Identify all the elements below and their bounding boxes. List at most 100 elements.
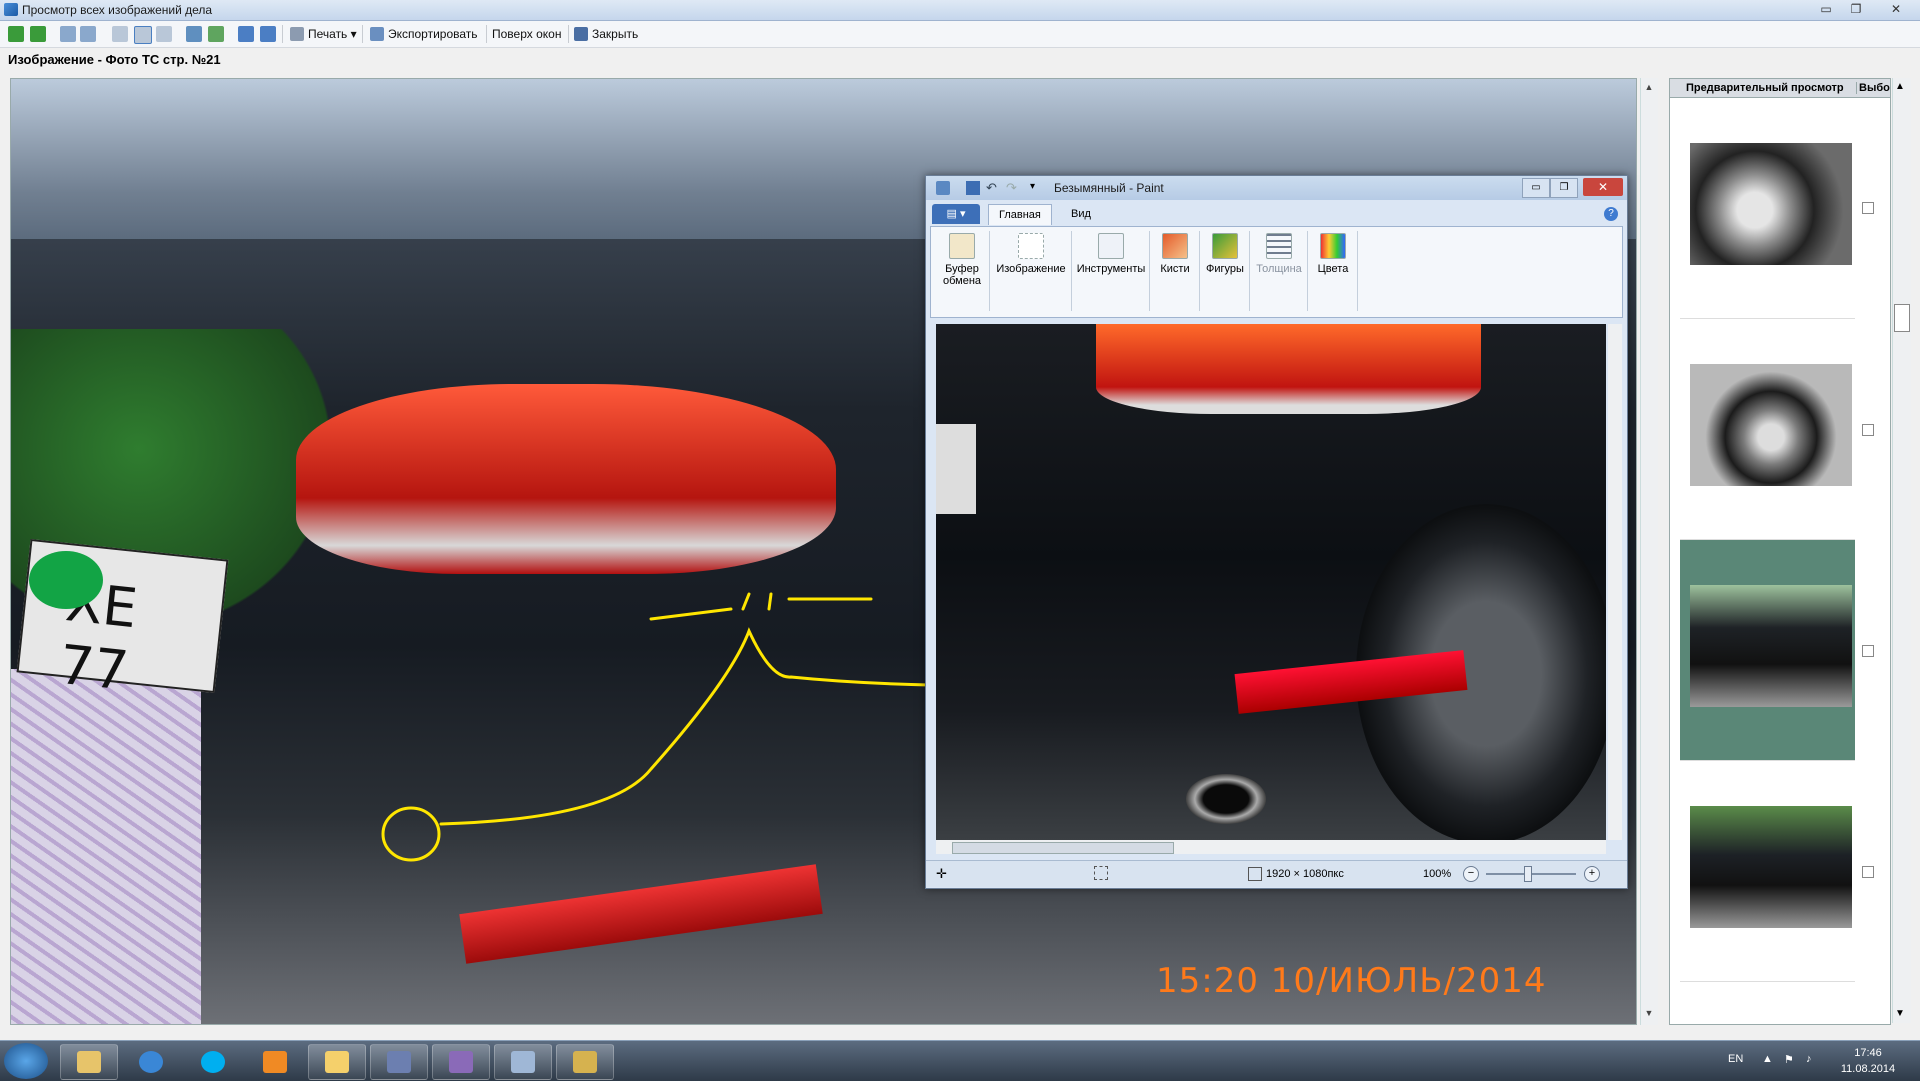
ie-icon (139, 1051, 163, 1073)
save-icon[interactable] (966, 181, 980, 195)
zoom-out-icon[interactable]: − (1463, 866, 1479, 882)
paint-close-button[interactable]: ✕ (1583, 178, 1623, 196)
select-checkbox-checked[interactable] (1862, 645, 1874, 657)
taskbar-paint[interactable] (556, 1044, 614, 1080)
thumbnail-rear-view[interactable] (1690, 806, 1852, 928)
paint-horizontal-scrollbar[interactable] (936, 840, 1606, 854)
scroll-thumb[interactable] (952, 842, 1174, 854)
paint-canvas[interactable] (936, 324, 1606, 840)
taskbar-explorer[interactable] (60, 1044, 118, 1080)
always-on-top-button[interactable]: Поверх окон (472, 25, 561, 43)
select-icon (1018, 233, 1044, 259)
taskbar-case-viewer[interactable] (432, 1044, 490, 1080)
select-checkbox[interactable] (1862, 202, 1874, 214)
thumbnail-row[interactable] (1680, 98, 1855, 319)
select-checkbox[interactable] (1862, 866, 1874, 878)
canvas-size-icon (1248, 867, 1262, 881)
toolbar-separator (568, 25, 569, 43)
scroll-down-icon[interactable]: ▼ (1644, 1008, 1654, 1018)
paint-app-icon (936, 181, 950, 195)
scroll-down-icon[interactable]: ▼ (1895, 1008, 1905, 1019)
scroll-up-icon[interactable]: ▲ (1644, 82, 1654, 92)
rotate-left-icon[interactable] (238, 26, 254, 42)
zoom-slider-knob[interactable] (1524, 866, 1532, 882)
taskbar-app[interactable] (494, 1044, 552, 1080)
redo-icon[interactable]: ↷ (1006, 180, 1017, 196)
preview-scrollbar[interactable]: ▲ ▼ (1892, 78, 1911, 1023)
volume-icon[interactable]: ♪ (1806, 1053, 1812, 1065)
clock-time: 17:46 (1854, 1047, 1882, 1059)
group-clipboard[interactable]: Буфер обмена (937, 231, 990, 311)
scroll-thumb[interactable] (1894, 304, 1910, 332)
toolbar: Печать ▾ Экспортировать Поверх окон Закр… (0, 21, 1920, 48)
scroll-up-icon[interactable]: ▲ (1895, 81, 1905, 92)
print-button[interactable]: Печать ▾ (288, 25, 357, 43)
language-indicator[interactable]: EN (1728, 1053, 1743, 1065)
taskbar-scanner[interactable] (370, 1044, 428, 1080)
group-brushes[interactable]: Кисти (1153, 231, 1200, 311)
forward-arrow-icon[interactable] (30, 26, 46, 42)
start-button[interactable] (4, 1043, 48, 1079)
quick-access-dropdown-icon[interactable]: ▾ (1030, 181, 1035, 192)
close-button[interactable]: Закрыть (572, 25, 638, 43)
back-arrow-icon[interactable] (8, 26, 24, 42)
annotation-scratch-tick (767, 592, 773, 611)
thumbnail-wheel-closeup[interactable] (1690, 143, 1852, 265)
group-colors[interactable]: Цвета (1311, 231, 1358, 311)
explorer-icon (77, 1051, 101, 1073)
media-player-icon (263, 1051, 287, 1073)
system-clock[interactable]: 17:46 11.08.2014 (1838, 1045, 1898, 1077)
fit-page-icon[interactable] (112, 26, 128, 42)
tab-home[interactable]: Главная (988, 204, 1052, 225)
refresh-icon[interactable] (208, 26, 224, 42)
paint-file-menu-button[interactable]: ▤ ▾ (932, 204, 980, 224)
toolbar-separator (362, 25, 363, 43)
group-image[interactable]: Изображение (993, 231, 1072, 311)
zoom-out-icon[interactable] (80, 26, 96, 42)
fit-width-icon[interactable] (134, 26, 152, 44)
minimize-button[interactable]: ▭ (1812, 0, 1840, 18)
taskbar-skype[interactable] (184, 1044, 242, 1080)
rotate-right-icon[interactable] (260, 26, 276, 42)
tray-expand-icon[interactable]: ▲ (1762, 1053, 1773, 1065)
close-window-button[interactable]: ✕ (1882, 0, 1910, 18)
paint-maximize-button[interactable]: ❐ (1550, 178, 1578, 198)
canvas-dimensions: 1920 × 1080пкс (1266, 868, 1344, 880)
taskbar-ie[interactable] (122, 1044, 180, 1080)
export-label: Экспортировать (388, 27, 478, 41)
taskbar-folder[interactable] (308, 1044, 366, 1080)
thumbnail-row-selected[interactable] (1680, 540, 1855, 761)
clipboard-icon (949, 233, 975, 259)
maximize-button[interactable]: ❐ (1842, 0, 1870, 18)
brush-icon (1162, 233, 1188, 259)
thumbnail-row[interactable] (1680, 761, 1855, 982)
preview-header: Предварительный просмотр Выбор (1670, 79, 1890, 98)
undo-icon[interactable]: ↶ (986, 180, 997, 196)
paint-vertical-scrollbar[interactable] (1608, 324, 1622, 840)
help-icon[interactable]: ? (1604, 207, 1618, 221)
group-tools[interactable]: Инструменты (1075, 231, 1150, 311)
viewer-scrollbar[interactable]: ▲ ▼ (1640, 78, 1658, 1025)
colors-icon (1320, 233, 1346, 259)
paint-icon (573, 1051, 597, 1073)
export-button[interactable]: Экспортировать (368, 25, 478, 43)
group-tools-label: Инструменты (1076, 263, 1146, 275)
skype-icon (201, 1051, 225, 1073)
canvas-tail-light (1096, 324, 1481, 414)
case-viewer-icon (449, 1051, 473, 1073)
zoom-in-icon[interactable] (60, 26, 76, 42)
thumbnail-rear-three-quarter[interactable] (1690, 585, 1852, 707)
paint-window[interactable]: ↶ ↷ ▾ Безымянный - Paint ▭ ❐ ✕ ▤ ▾ Главн… (925, 175, 1628, 889)
group-shapes[interactable]: Фигуры (1203, 231, 1250, 311)
paint-minimize-button[interactable]: ▭ (1522, 178, 1550, 198)
zoom-in-icon[interactable]: + (1584, 866, 1600, 882)
select-checkbox[interactable] (1862, 424, 1874, 436)
actual-size-icon[interactable] (156, 26, 172, 42)
first-page-icon[interactable] (186, 26, 202, 42)
action-center-icon[interactable]: ⚑ (1784, 1053, 1794, 1066)
tab-view[interactable]: Вид (1061, 204, 1101, 224)
printer-icon (290, 27, 304, 41)
taskbar-media[interactable] (246, 1044, 304, 1080)
thumbnail-wheel-arch[interactable] (1690, 364, 1852, 486)
thumbnail-row[interactable] (1680, 319, 1855, 540)
